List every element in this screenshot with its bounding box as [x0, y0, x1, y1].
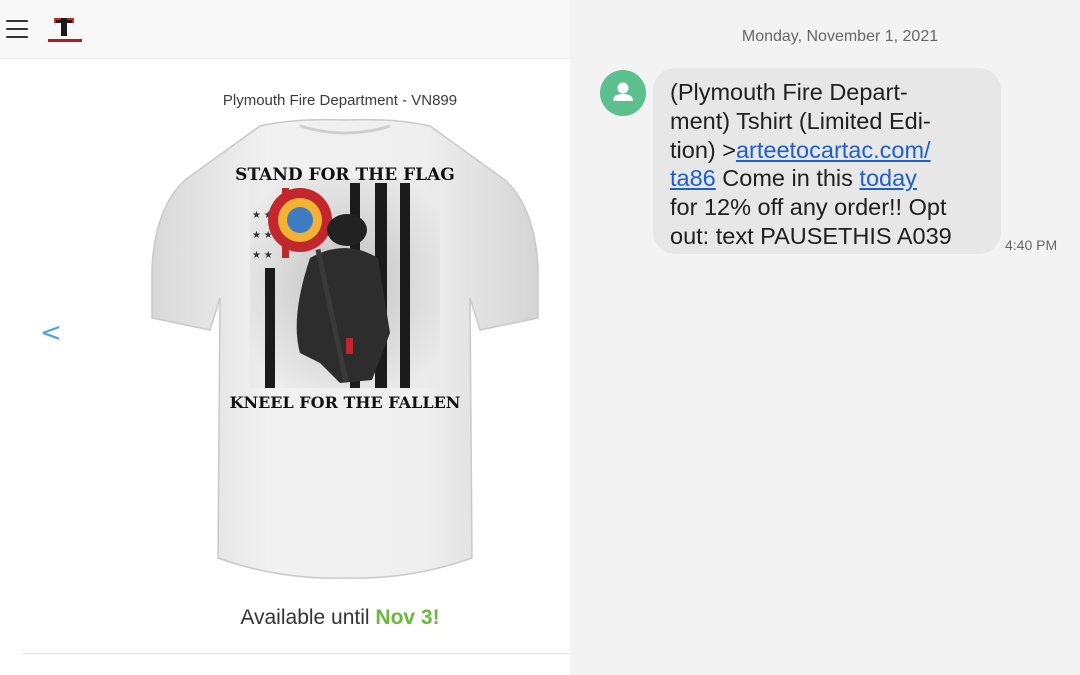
message-line: tion) >arteetocartac.com/ — [670, 136, 990, 165]
message-bubble[interactable]: (Plymouth Fire Depart- ment) Tshirt (Lim… — [653, 68, 1001, 254]
top-bar — [0, 0, 570, 59]
message-line: ment) Tshirt (Limited Edi- — [670, 107, 931, 134]
sender-avatar[interactable] — [600, 70, 646, 116]
shop-page: Plymouth Fire Department - VN899 < ★ ★ ★… — [0, 0, 570, 675]
shirt-slogan-top: STAND FOR THE FLAG — [235, 165, 455, 185]
message-timestamp: 4:40 PM — [1005, 237, 1058, 253]
today-link[interactable]: today — [859, 165, 917, 191]
divider — [22, 653, 570, 654]
message-date: Monday, November 1, 2021 — [741, 28, 939, 45]
message-line: for 12% off any order!! Opt — [670, 194, 947, 221]
availability-prefix: Available until — [240, 606, 376, 629]
previous-image-arrow[interactable]: < — [40, 318, 62, 348]
url-link[interactable]: arteetocartac.com/ — [736, 137, 931, 163]
person-icon — [613, 82, 633, 101]
tshirt-image[interactable]: ★ ★ ★ ★ ★ ★ STAND FOR THE FLAG KNEEL FOR… — [150, 118, 540, 588]
message-text-segment: tion) > — [670, 136, 736, 163]
store-logo[interactable] — [46, 16, 84, 46]
message-line: out: text PAUSETHIS A039 — [670, 222, 952, 249]
svg-text:★ ★: ★ ★ — [252, 250, 273, 261]
url-link-continued[interactable]: ta86 — [670, 165, 716, 191]
availability-date: Nov 3! — [375, 606, 440, 629]
availability-notice: Available until Nov 3! — [150, 606, 530, 630]
message-text: (Plymouth Fire Depart- ment) Tshirt (Lim… — [670, 78, 990, 251]
shirt-slogan-bottom: KNEEL FOR THE FALLEN — [230, 393, 461, 412]
svg-text:★ ★: ★ ★ — [252, 230, 273, 241]
message-text-segment: Come in this — [715, 165, 860, 192]
message-line: (Plymouth Fire Depart- — [670, 79, 908, 105]
sms-conversation: Monday, November 1, 2021 (Plymouth Fire … — [570, 0, 1080, 675]
product-title: Plymouth Fire Department - VN899 — [222, 92, 458, 109]
hamburger-menu-icon[interactable] — [6, 20, 28, 38]
message-line: ta86 Come in this today — [670, 164, 990, 193]
